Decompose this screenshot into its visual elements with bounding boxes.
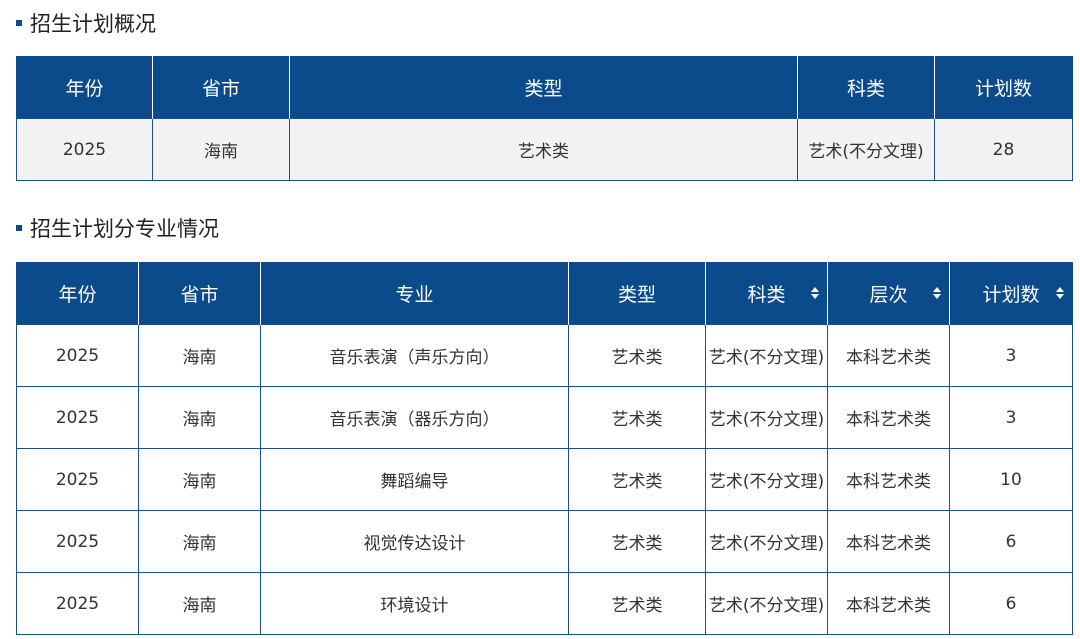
cell-subject: 艺术(不分文理) bbox=[705, 324, 828, 387]
overview-cell-type: 艺术类 bbox=[289, 118, 798, 181]
majors-header-year: 年份 bbox=[16, 262, 139, 325]
overview-header-province: 省市 bbox=[152, 56, 290, 119]
overview-table: 年份 省市 类型 科类 计划数 2025 海南 艺术类 艺术(不分文理) 28 bbox=[16, 56, 1073, 181]
majors-table: 年份 省市 专业 类型 科类 层次 计划数 2025 海南 音乐表演（声乐方向）… bbox=[16, 262, 1073, 635]
sort-icon[interactable] bbox=[933, 287, 941, 299]
overview-cell-subject: 艺术(不分文理) bbox=[797, 118, 935, 181]
majors-header-level[interactable]: 层次 bbox=[827, 262, 950, 325]
cell-subject: 艺术(不分文理) bbox=[705, 572, 828, 635]
majors-header-subject[interactable]: 科类 bbox=[705, 262, 828, 325]
cell-major: 音乐表演（器乐方向） bbox=[260, 386, 569, 449]
table-row: 2025 海南 艺术类 艺术(不分文理) 28 bbox=[16, 118, 1073, 181]
cell-type: 艺术类 bbox=[568, 572, 706, 635]
table-row: 2025 海南 舞蹈编导 艺术类 艺术(不分文理) 本科艺术类 10 bbox=[16, 448, 1073, 511]
cell-count: 6 bbox=[949, 510, 1073, 573]
cell-count: 6 bbox=[949, 572, 1073, 635]
cell-subject: 艺术(不分文理) bbox=[705, 386, 828, 449]
square-bullet-icon bbox=[16, 225, 22, 231]
majors-title-text: 招生计划分专业情况 bbox=[30, 217, 219, 241]
overview-header-row: 年份 省市 类型 科类 计划数 bbox=[16, 56, 1073, 119]
majors-header-type: 类型 bbox=[568, 262, 706, 325]
cell-level: 本科艺术类 bbox=[827, 572, 950, 635]
cell-year: 2025 bbox=[16, 324, 139, 387]
sort-icon[interactable] bbox=[811, 287, 819, 299]
cell-year: 2025 bbox=[16, 386, 139, 449]
majors-header-row: 年份 省市 专业 类型 科类 层次 计划数 bbox=[16, 262, 1073, 325]
cell-level: 本科艺术类 bbox=[827, 448, 950, 511]
overview-cell-count: 28 bbox=[934, 118, 1073, 181]
overview-cell-year: 2025 bbox=[16, 118, 153, 181]
cell-count: 10 bbox=[949, 448, 1073, 511]
overview-section-title: 招生计划概况 bbox=[16, 8, 156, 38]
cell-province: 海南 bbox=[138, 448, 261, 511]
table-row: 2025 海南 音乐表演（器乐方向） 艺术类 艺术(不分文理) 本科艺术类 3 bbox=[16, 386, 1073, 449]
majors-header-level-label: 层次 bbox=[869, 283, 908, 306]
cell-level: 本科艺术类 bbox=[827, 386, 950, 449]
cell-count: 3 bbox=[949, 324, 1073, 387]
cell-count: 3 bbox=[949, 386, 1073, 449]
cell-year: 2025 bbox=[16, 448, 139, 511]
overview-header-count: 计划数 bbox=[934, 56, 1073, 119]
overview-header-year: 年份 bbox=[16, 56, 153, 119]
cell-subject: 艺术(不分文理) bbox=[705, 448, 828, 511]
overview-cell-province: 海南 bbox=[152, 118, 290, 181]
cell-type: 艺术类 bbox=[568, 448, 706, 511]
cell-level: 本科艺术类 bbox=[827, 324, 950, 387]
majors-header-major: 专业 bbox=[260, 262, 569, 325]
majors-header-count-label: 计划数 bbox=[982, 283, 1040, 306]
cell-major: 视觉传达设计 bbox=[260, 510, 569, 573]
cell-year: 2025 bbox=[16, 572, 139, 635]
table-row: 2025 海南 音乐表演（声乐方向） 艺术类 艺术(不分文理) 本科艺术类 3 bbox=[16, 324, 1073, 387]
cell-type: 艺术类 bbox=[568, 510, 706, 573]
cell-major: 舞蹈编导 bbox=[260, 448, 569, 511]
cell-type: 艺术类 bbox=[568, 324, 706, 387]
table-row: 2025 海南 视觉传达设计 艺术类 艺术(不分文理) 本科艺术类 6 bbox=[16, 510, 1073, 573]
majors-header-province: 省市 bbox=[138, 262, 261, 325]
cell-year: 2025 bbox=[16, 510, 139, 573]
sort-icon[interactable] bbox=[1056, 287, 1064, 299]
cell-type: 艺术类 bbox=[568, 386, 706, 449]
majors-header-count[interactable]: 计划数 bbox=[949, 262, 1073, 325]
cell-province: 海南 bbox=[138, 386, 261, 449]
cell-major: 音乐表演（声乐方向） bbox=[260, 324, 569, 387]
cell-major: 环境设计 bbox=[260, 572, 569, 635]
square-bullet-icon bbox=[16, 20, 22, 26]
cell-subject: 艺术(不分文理) bbox=[705, 510, 828, 573]
cell-province: 海南 bbox=[138, 572, 261, 635]
overview-header-type: 类型 bbox=[289, 56, 798, 119]
table-row: 2025 海南 环境设计 艺术类 艺术(不分文理) 本科艺术类 6 bbox=[16, 572, 1073, 635]
cell-level: 本科艺术类 bbox=[827, 510, 950, 573]
majors-header-subject-label: 科类 bbox=[747, 283, 786, 306]
overview-header-subject: 科类 bbox=[797, 56, 935, 119]
overview-title-text: 招生计划概况 bbox=[30, 12, 156, 36]
cell-province: 海南 bbox=[138, 324, 261, 387]
cell-province: 海南 bbox=[138, 510, 261, 573]
majors-section-title: 招生计划分专业情况 bbox=[16, 213, 219, 243]
